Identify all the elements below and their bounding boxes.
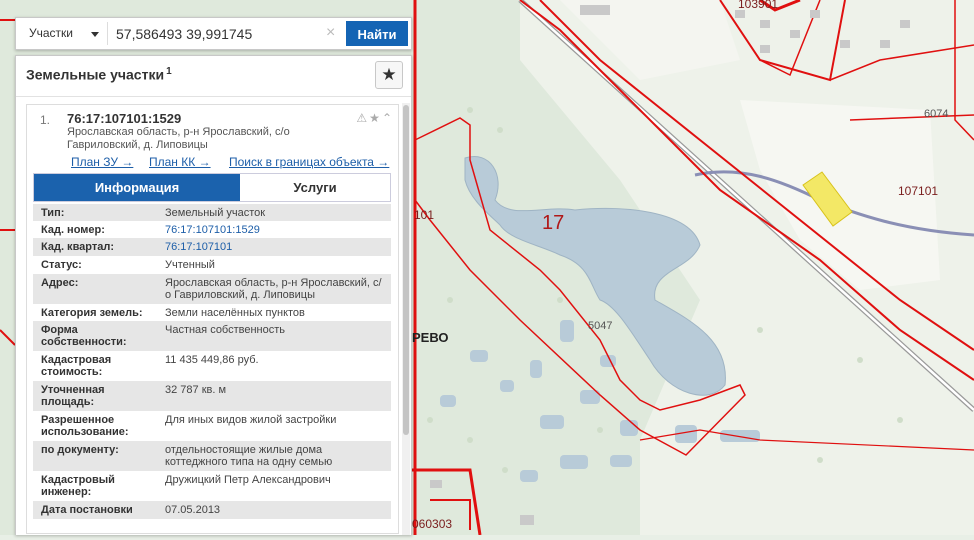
info-value: 07.05.2013 xyxy=(165,504,221,516)
warning-star-collapse-icons[interactable]: ⚠★⌃ xyxy=(356,111,394,125)
tab-information[interactable]: Информация xyxy=(34,174,240,201)
quarter-label: 103901 xyxy=(738,0,779,11)
info-key: Кад. номер: xyxy=(41,224,105,236)
info-key: Категория земель: xyxy=(41,307,143,319)
info-key: Кадастровая xyxy=(41,354,112,366)
info-value: Частная собственность xyxy=(165,324,286,336)
info-value: 32 787 кв. м xyxy=(165,384,227,396)
info-value: отдельностоящие жилые дома коттеджного т… xyxy=(165,444,333,468)
info-row: Тип: Земельный участок xyxy=(33,204,391,221)
parcel-number-label: 17 xyxy=(542,212,565,234)
info-row: Кадастровый инженер: Дружицкий Петр Алек… xyxy=(33,471,391,501)
info-value: Для иных видов жилой застройки xyxy=(165,414,337,426)
search-in-bounds-link[interactable]: Поиск в границах объекта → xyxy=(229,155,389,169)
parcel-number-label: 5047 xyxy=(588,320,613,332)
info-row: Дата постановки 07.05.2013 xyxy=(33,501,391,519)
quarter-label: 060303 xyxy=(412,517,453,531)
scrollbar-thumb[interactable] xyxy=(403,105,409,435)
cad-number-link[interactable]: 76:17:107101:1529 xyxy=(165,224,385,236)
quarter-label: 107101 xyxy=(898,184,939,198)
info-value: Учтенный xyxy=(165,259,215,271)
info-key: Уточненная xyxy=(41,384,105,396)
star-icon: ★ xyxy=(381,65,397,84)
results-count: 1 xyxy=(166,66,172,77)
info-key: Кад. квартал: xyxy=(41,241,115,253)
info-row: Категория земель: Земли населённых пункт… xyxy=(33,304,391,321)
info-key: по документу: xyxy=(41,444,119,456)
info-value: Земли населённых пунктов xyxy=(165,307,305,319)
result-tabs: Информация Услуги xyxy=(33,173,391,202)
info-key: Разрешенное xyxy=(41,414,115,426)
info-row: Кад. квартал: 76:17:107101 xyxy=(33,238,391,256)
result-address: Ярославская область, р-н Ярославский, с/… xyxy=(67,126,290,151)
info-value: Ярославская область, р-н Ярославский, с/… xyxy=(165,277,382,301)
clear-icon[interactable]: × xyxy=(326,23,335,43)
info-row: Уточненная площадь: 32 787 кв. м xyxy=(33,381,391,411)
info-key: Статус: xyxy=(41,259,82,271)
info-value: Дружицкий Петр Александрович xyxy=(165,474,331,486)
info-key: Форма xyxy=(41,324,78,336)
panel-title: Земельные участки 1 xyxy=(26,66,172,83)
info-table: Тип: Земельный участок Кад. номер: 76:17… xyxy=(33,204,391,519)
result-index: 1. xyxy=(40,113,51,127)
info-key: Адрес: xyxy=(41,277,79,289)
info-row: Статус: Учтенный xyxy=(33,256,391,274)
info-value: Земельный участок xyxy=(165,207,266,219)
cad-quarter-link[interactable]: 76:17:107101 xyxy=(165,241,385,253)
info-key: использование: xyxy=(41,426,129,438)
scrollbar[interactable] xyxy=(402,103,410,535)
info-row: по документу: отдельностоящие жилые дома… xyxy=(33,441,391,471)
info-key: площадь: xyxy=(41,396,95,408)
search-scope-select[interactable]: Участки xyxy=(20,22,108,45)
panel-header: Земельные участки 1 ★ xyxy=(16,56,411,97)
info-key: собственности: xyxy=(41,336,127,348)
info-row: Форма собственности: Частная собственнос… xyxy=(33,321,391,351)
search-input[interactable] xyxy=(116,21,338,46)
info-row: Кадастровая стоимость: 11 435 449,86 руб… xyxy=(33,351,391,381)
info-row: Кад. номер: 76:17:107101:1529 xyxy=(33,221,391,238)
result-cad-number[interactable]: 76:17:107101:1529 xyxy=(67,111,181,126)
info-key: Тип: xyxy=(41,207,65,219)
search-scope-value: Участки xyxy=(29,26,73,40)
plan-zu-link[interactable]: План ЗУ → xyxy=(71,155,133,169)
chevron-down-icon xyxy=(91,32,99,37)
info-value: 11 435 449,86 руб. xyxy=(165,354,259,366)
quarter-label: 6074 xyxy=(924,108,949,120)
info-key: стоимость: xyxy=(41,366,103,378)
info-key: Кадастровый xyxy=(41,474,115,486)
search-bar: Участки × Найти xyxy=(15,17,412,50)
panel-title-text: Земельные участки xyxy=(26,66,165,83)
info-key: Дата постановки xyxy=(41,504,133,516)
plan-kk-link[interactable]: План КК → xyxy=(149,155,211,169)
search-button[interactable]: Найти xyxy=(346,21,408,46)
result-list: 1. 76:17:107101:1529 Ярославская область… xyxy=(26,104,399,534)
tab-services[interactable]: Услуги xyxy=(240,174,390,201)
village-label: РЕВО xyxy=(412,330,449,345)
info-row: Адрес: Ярославская область, р-н Ярославс… xyxy=(33,274,391,304)
favorites-button[interactable]: ★ xyxy=(375,61,403,89)
info-row: Разрешенное использование: Для иных видо… xyxy=(33,411,391,441)
results-panel: Земельные участки 1 ★ 1. 76:17:107101:152… xyxy=(15,55,412,535)
quarter-label: 101 xyxy=(414,208,435,222)
info-key: инженер: xyxy=(41,486,92,498)
